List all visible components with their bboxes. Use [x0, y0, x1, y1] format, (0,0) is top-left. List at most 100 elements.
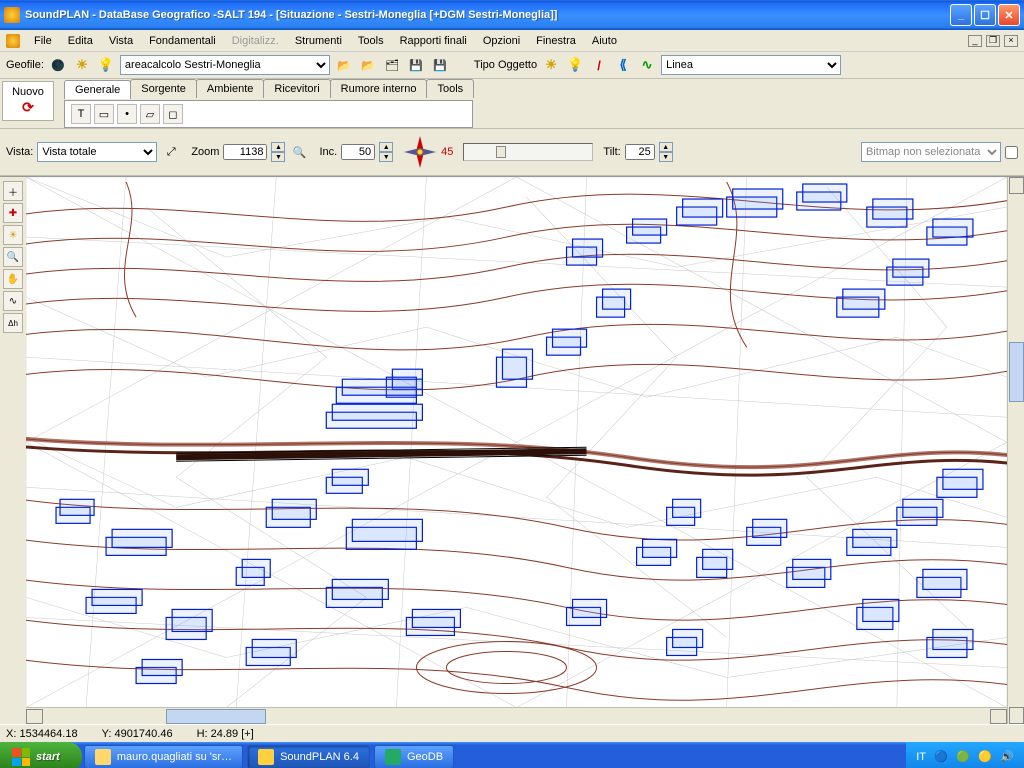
tool-sun-icon[interactable]: ☀: [3, 225, 23, 245]
hscroll-thumb[interactable]: [166, 709, 266, 724]
tabs: Generale Sorgente Ambiente Ricevitori Ru…: [64, 79, 473, 98]
menu-opzioni[interactable]: Opzioni: [475, 33, 528, 49]
mdi-restore-button[interactable]: ❐: [986, 35, 1000, 47]
vertical-scrollbar[interactable]: [1007, 177, 1024, 724]
task-item-soundplan[interactable]: SoundPLAN 6.4: [247, 745, 370, 768]
bulb-icon[interactable]: 💡: [96, 55, 116, 75]
rect-tool-icon[interactable]: ◻: [163, 104, 183, 124]
tool-q-icon[interactable]: 🔍: [3, 247, 23, 267]
geofile-toolbar: Geofile: 🌑 ☀ 💡 areacalcolo Sestri-Monegl…: [0, 52, 1024, 79]
compass-icon[interactable]: [403, 135, 437, 169]
window-minimize-button[interactable]: _: [950, 4, 972, 26]
tray-icon-4[interactable]: 🔊: [1000, 750, 1014, 764]
task-item-geodb[interactable]: GeoDB: [374, 745, 454, 768]
open2-icon[interactable]: 📂: [358, 55, 378, 75]
dot-tool-icon[interactable]: •: [117, 104, 137, 124]
vscroll-up-button[interactable]: [1009, 177, 1024, 194]
start-label: start: [36, 751, 60, 763]
tab-rumore-interno[interactable]: Rumore interno: [330, 79, 428, 98]
menu-rapporti[interactable]: Rapporti finali: [392, 33, 475, 49]
bulb2-icon[interactable]: 💡: [565, 55, 585, 75]
task-item-explorer[interactable]: mauro.quagliati su 'sr…: [84, 745, 243, 768]
compass-angle: 45: [441, 146, 453, 158]
window-close-button[interactable]: ✕: [998, 4, 1020, 26]
view-toolbar: Vista: Vista totale ⤢ Zoom ▲▼ 🔍 Inc. ▲▼ …: [0, 129, 1024, 176]
taskbar: start mauro.quagliati su 'sr… SoundPLAN …: [0, 742, 1024, 768]
sun2-icon[interactable]: ☀: [541, 55, 561, 75]
inc-down[interactable]: ▼: [379, 152, 393, 162]
menu-fondamentali[interactable]: Fondamentali: [141, 33, 224, 49]
tab-ambiente[interactable]: Ambiente: [196, 79, 264, 98]
mdi-minimize-button[interactable]: _: [968, 35, 982, 47]
tipo-oggetto-label: Tipo Oggetto: [474, 59, 537, 71]
save-all-icon[interactable]: 💾: [430, 55, 450, 75]
geofile-select[interactable]: areacalcolo Sestri-Moneglia: [120, 55, 330, 75]
horizontal-scrollbar[interactable]: [26, 707, 1007, 724]
save-icon[interactable]: 💾: [406, 55, 426, 75]
tool-plus-icon[interactable]: ＋: [3, 181, 23, 201]
red-slash-icon[interactable]: /: [589, 55, 609, 75]
inc-up[interactable]: ▲: [379, 142, 393, 152]
map-canvas[interactable]: [26, 177, 1007, 707]
stack-icon[interactable]: 🗂: [382, 55, 402, 75]
sun-icon[interactable]: ☀: [72, 55, 92, 75]
vista-fit-icon[interactable]: ⤢: [161, 142, 181, 162]
workarea: ＋ ✚ ☀ 🔍 ✋ ∿ Δh: [0, 176, 1024, 724]
nuovo-button[interactable]: Nuovo ⟳: [2, 81, 54, 121]
poly-tool-icon[interactable]: ▱: [140, 104, 160, 124]
tray-icon-3[interactable]: 🟡: [978, 750, 992, 764]
tipo-oggetto-select[interactable]: Linea: [661, 55, 841, 75]
tab-sorgente[interactable]: Sorgente: [130, 79, 197, 98]
menu-finestra[interactable]: Finestra: [528, 33, 584, 49]
window-maximize-button[interactable]: ☐: [974, 4, 996, 26]
open-icon[interactable]: 📂: [334, 55, 354, 75]
menu-strumenti[interactable]: Strumenti: [287, 33, 350, 49]
status-y-value: 4901740.46: [114, 728, 172, 740]
tilt-down[interactable]: ▼: [659, 152, 673, 162]
system-tray[interactable]: IT 🔵 🟢 🟡 🔊: [906, 742, 1024, 768]
tray-icon-1[interactable]: 🔵: [934, 750, 948, 764]
zoom-tool-icon[interactable]: 🔍: [289, 142, 309, 162]
menu-edita[interactable]: Edita: [60, 33, 101, 49]
zoom-up[interactable]: ▲: [271, 142, 285, 152]
zoom-label: Zoom: [191, 146, 219, 158]
hscroll-left-button[interactable]: [26, 709, 43, 724]
bitmap-checkbox[interactable]: [1005, 146, 1018, 159]
menu-vista[interactable]: Vista: [101, 33, 141, 49]
statusbar: X: 1534464.18 Y: 4901740.46 H: 24.89 [+]: [0, 724, 1024, 742]
line-tool-icon[interactable]: ▭: [94, 104, 114, 124]
tilt-up[interactable]: ▲: [659, 142, 673, 152]
menu-aiuto[interactable]: Aiuto: [584, 33, 625, 49]
tab-ricevitori[interactable]: Ricevitori: [263, 79, 330, 98]
geofile-icon[interactable]: 🌑: [48, 55, 68, 75]
bitmap-select[interactable]: Bitmap non selezionata: [861, 142, 1001, 162]
inc-label: Inc.: [319, 146, 337, 158]
inc-input[interactable]: [341, 144, 375, 160]
tab-generale[interactable]: Generale: [64, 80, 131, 99]
mdi-close-button[interactable]: ×: [1004, 35, 1018, 47]
green-wave-icon[interactable]: ∿: [637, 55, 657, 75]
tool-plus-red-icon[interactable]: ✚: [3, 203, 23, 223]
tool-hand-icon[interactable]: ✋: [3, 269, 23, 289]
vscroll-down-button[interactable]: [1009, 707, 1024, 724]
view-slider[interactable]: [463, 143, 593, 161]
tray-lang[interactable]: IT: [916, 751, 926, 763]
zoom-input[interactable]: [223, 144, 267, 160]
nuovo-label: Nuovo: [12, 86, 44, 98]
tab-tools[interactable]: Tools: [426, 79, 474, 98]
blue-double-icon[interactable]: ⟪: [613, 55, 633, 75]
menu-file[interactable]: File: [26, 33, 60, 49]
menu-tools[interactable]: Tools: [350, 33, 392, 49]
sub-toolbar: T ▭ • ▱ ◻: [64, 100, 473, 128]
start-button[interactable]: start: [0, 742, 82, 768]
zoom-down[interactable]: ▼: [271, 152, 285, 162]
tool-curve-icon[interactable]: ∿: [3, 291, 23, 311]
hscroll-right-button[interactable]: [990, 709, 1007, 724]
tool-dh-icon[interactable]: Δh: [3, 313, 23, 333]
tabs-row: Nuovo ⟳ Generale Sorgente Ambiente Ricev…: [0, 79, 1024, 129]
tilt-input[interactable]: [625, 144, 655, 160]
tray-icon-2[interactable]: 🟢: [956, 750, 970, 764]
text-tool-icon[interactable]: T: [71, 104, 91, 124]
vscroll-thumb[interactable]: [1009, 342, 1024, 402]
vista-select[interactable]: Vista totale: [37, 142, 157, 162]
